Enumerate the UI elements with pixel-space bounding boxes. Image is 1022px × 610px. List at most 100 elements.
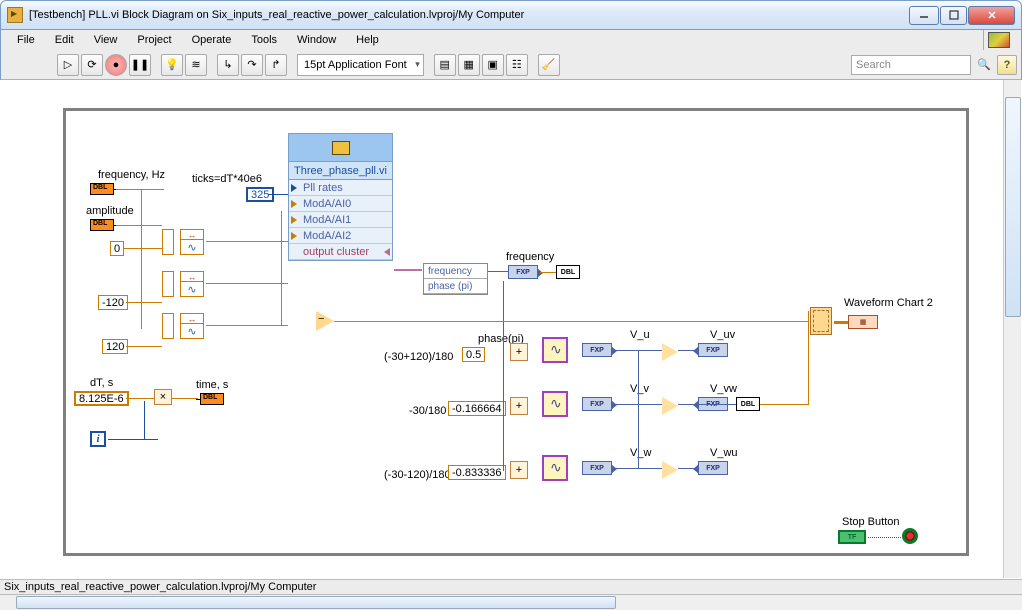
sine-gen-3[interactable]: ↔ xyxy=(180,313,204,339)
build-array-1[interactable] xyxy=(162,229,174,255)
to-fxp-vv[interactable] xyxy=(582,397,612,411)
control-dt[interactable]: 8.125E-6 xyxy=(74,391,129,406)
menu-file[interactable]: File xyxy=(9,32,43,48)
context-help-button[interactable]: ? xyxy=(997,55,1017,75)
sine-gen-1[interactable]: ↔ xyxy=(180,229,204,255)
control-frequency[interactable] xyxy=(90,183,114,195)
unbundle-frequency[interactable]: frequency xyxy=(424,264,487,279)
label-phase-expr-2: -30/180 xyxy=(409,405,446,417)
wire xyxy=(678,468,698,469)
add-node-1[interactable]: + xyxy=(510,343,528,361)
menu-edit[interactable]: Edit xyxy=(47,32,82,48)
indicator-frequency[interactable] xyxy=(556,265,580,279)
menu-view[interactable]: View xyxy=(86,32,126,48)
retain-wires-button[interactable]: ≋ xyxy=(185,54,207,76)
close-button[interactable] xyxy=(968,6,1015,25)
cleanup-button[interactable]: 🧹 xyxy=(538,54,560,76)
menu-tools[interactable]: Tools xyxy=(243,32,285,48)
distribute-button[interactable]: ▦ xyxy=(458,54,480,76)
indicator-vwu[interactable] xyxy=(698,461,728,475)
sub-wu[interactable] xyxy=(662,461,678,479)
const-phase-half[interactable]: 0.5 xyxy=(462,347,485,362)
reorder-button[interactable]: ☷ xyxy=(506,54,528,76)
subvi-in-moda-ai1[interactable]: ModA/AI1 xyxy=(289,212,392,228)
unbundle-by-name[interactable]: frequency phase (pi) xyxy=(423,263,488,295)
abort-button[interactable]: ● xyxy=(105,54,127,76)
scrollbar-thumb[interactable] xyxy=(1005,97,1021,317)
bundle-node[interactable] xyxy=(810,307,832,335)
minimize-button[interactable] xyxy=(909,6,939,25)
loop-stop-terminal[interactable] xyxy=(902,528,918,544)
unbundle-phase[interactable]: phase (pi) xyxy=(424,279,487,294)
subvi-out-cluster[interactable]: output cluster xyxy=(289,244,392,260)
search-icon[interactable]: 🔍 xyxy=(973,54,995,76)
horizontal-scrollbar[interactable] xyxy=(0,595,1022,610)
label-frequency-hz: frequency, Hz xyxy=(98,169,165,181)
scrollbar-thumb[interactable] xyxy=(16,596,616,609)
build-array-3[interactable] xyxy=(162,313,174,339)
control-stop[interactable]: TF xyxy=(838,530,866,544)
add-node-2[interactable]: + xyxy=(510,397,528,415)
step-over-button[interactable]: ↷ xyxy=(241,54,263,76)
pause-button[interactable]: ❚❚ xyxy=(129,54,151,76)
build-array-2[interactable] xyxy=(162,271,174,297)
status-path: Six_inputs_real_reactive_power_calculati… xyxy=(4,581,316,593)
step-into-button[interactable]: ↳ xyxy=(217,54,239,76)
wire xyxy=(834,321,848,324)
subvi-in-moda-ai0[interactable]: ModA/AI0 xyxy=(289,196,392,212)
wire-cluster xyxy=(394,269,422,271)
search-input[interactable]: Search xyxy=(851,55,971,75)
sub-uv[interactable] xyxy=(662,343,678,361)
subvi-title: Three_phase_pll.vi xyxy=(289,162,392,180)
status-bar: Six_inputs_real_reactive_power_calculati… xyxy=(0,580,1022,595)
sine-func-2[interactable] xyxy=(542,391,568,417)
vertical-scrollbar[interactable] xyxy=(1003,80,1021,578)
to-fxp-vw[interactable] xyxy=(582,461,612,475)
const-phase-neg2[interactable]: -0.833336 xyxy=(448,465,506,480)
const-neg120[interactable]: -120 xyxy=(98,295,128,310)
highlight-exec-button[interactable]: 💡 xyxy=(161,54,183,76)
multiply-node[interactable]: × xyxy=(154,389,172,405)
wire xyxy=(126,302,162,303)
control-amplitude[interactable] xyxy=(90,219,114,231)
label-amplitude: amplitude xyxy=(86,205,134,217)
diagram-canvas[interactable]: frequency, Hz amplitude 0 -120 120 ticks… xyxy=(1,80,999,577)
menu-operate[interactable]: Operate xyxy=(184,32,240,48)
menu-help[interactable]: Help xyxy=(348,32,387,48)
to-fxp-vu[interactable] xyxy=(582,343,612,357)
subvi-three-phase-pll[interactable]: Three_phase_pll.vi Pll rates ModA/AI0 Mo… xyxy=(288,133,393,261)
maximize-button[interactable] xyxy=(940,6,967,25)
loop-iteration-terminal[interactable]: i xyxy=(90,431,106,447)
while-loop-structure[interactable]: frequency, Hz amplitude 0 -120 120 ticks… xyxy=(63,108,969,556)
indicator-time[interactable] xyxy=(200,393,224,405)
add-node-3[interactable]: + xyxy=(510,461,528,479)
waveform-chart-terminal[interactable]: ▦ xyxy=(848,315,878,329)
menu-project[interactable]: Project xyxy=(129,32,179,48)
subtract-node[interactable] xyxy=(316,311,334,331)
step-out-button[interactable]: ↱ xyxy=(265,54,287,76)
subvi-in-pllrates[interactable]: Pll rates xyxy=(289,180,392,196)
indicator-vvw-dbl[interactable] xyxy=(736,397,760,411)
run-button[interactable]: ▷ xyxy=(57,54,79,76)
subvi-in-moda-ai2[interactable]: ModA/AI2 xyxy=(289,228,392,244)
const-pos120[interactable]: 120 xyxy=(102,339,128,354)
const-phase-neg[interactable]: -0.166664 xyxy=(448,401,506,416)
wire xyxy=(144,401,145,439)
sine-func-3[interactable] xyxy=(542,455,568,481)
const-zero[interactable]: 0 xyxy=(110,241,124,256)
resize-button[interactable]: ▣ xyxy=(482,54,504,76)
align-button[interactable]: ▤ xyxy=(434,54,456,76)
sub-vw[interactable] xyxy=(662,397,678,415)
indicator-vuv[interactable] xyxy=(698,343,728,357)
run-continuous-button[interactable]: ⟳ xyxy=(81,54,103,76)
font-selector[interactable]: 15pt Application Font xyxy=(297,54,424,76)
label-time: time, s xyxy=(196,379,228,391)
wire xyxy=(206,283,288,284)
label-vu: V_u xyxy=(630,329,650,341)
font-label: 15pt Application Font xyxy=(304,59,407,71)
sine-func-1[interactable] xyxy=(542,337,568,363)
labview-logo[interactable] xyxy=(983,30,1013,50)
menu-window[interactable]: Window xyxy=(289,32,344,48)
sine-gen-2[interactable]: ↔ xyxy=(180,271,204,297)
to-fxp-frequency[interactable] xyxy=(508,265,538,279)
